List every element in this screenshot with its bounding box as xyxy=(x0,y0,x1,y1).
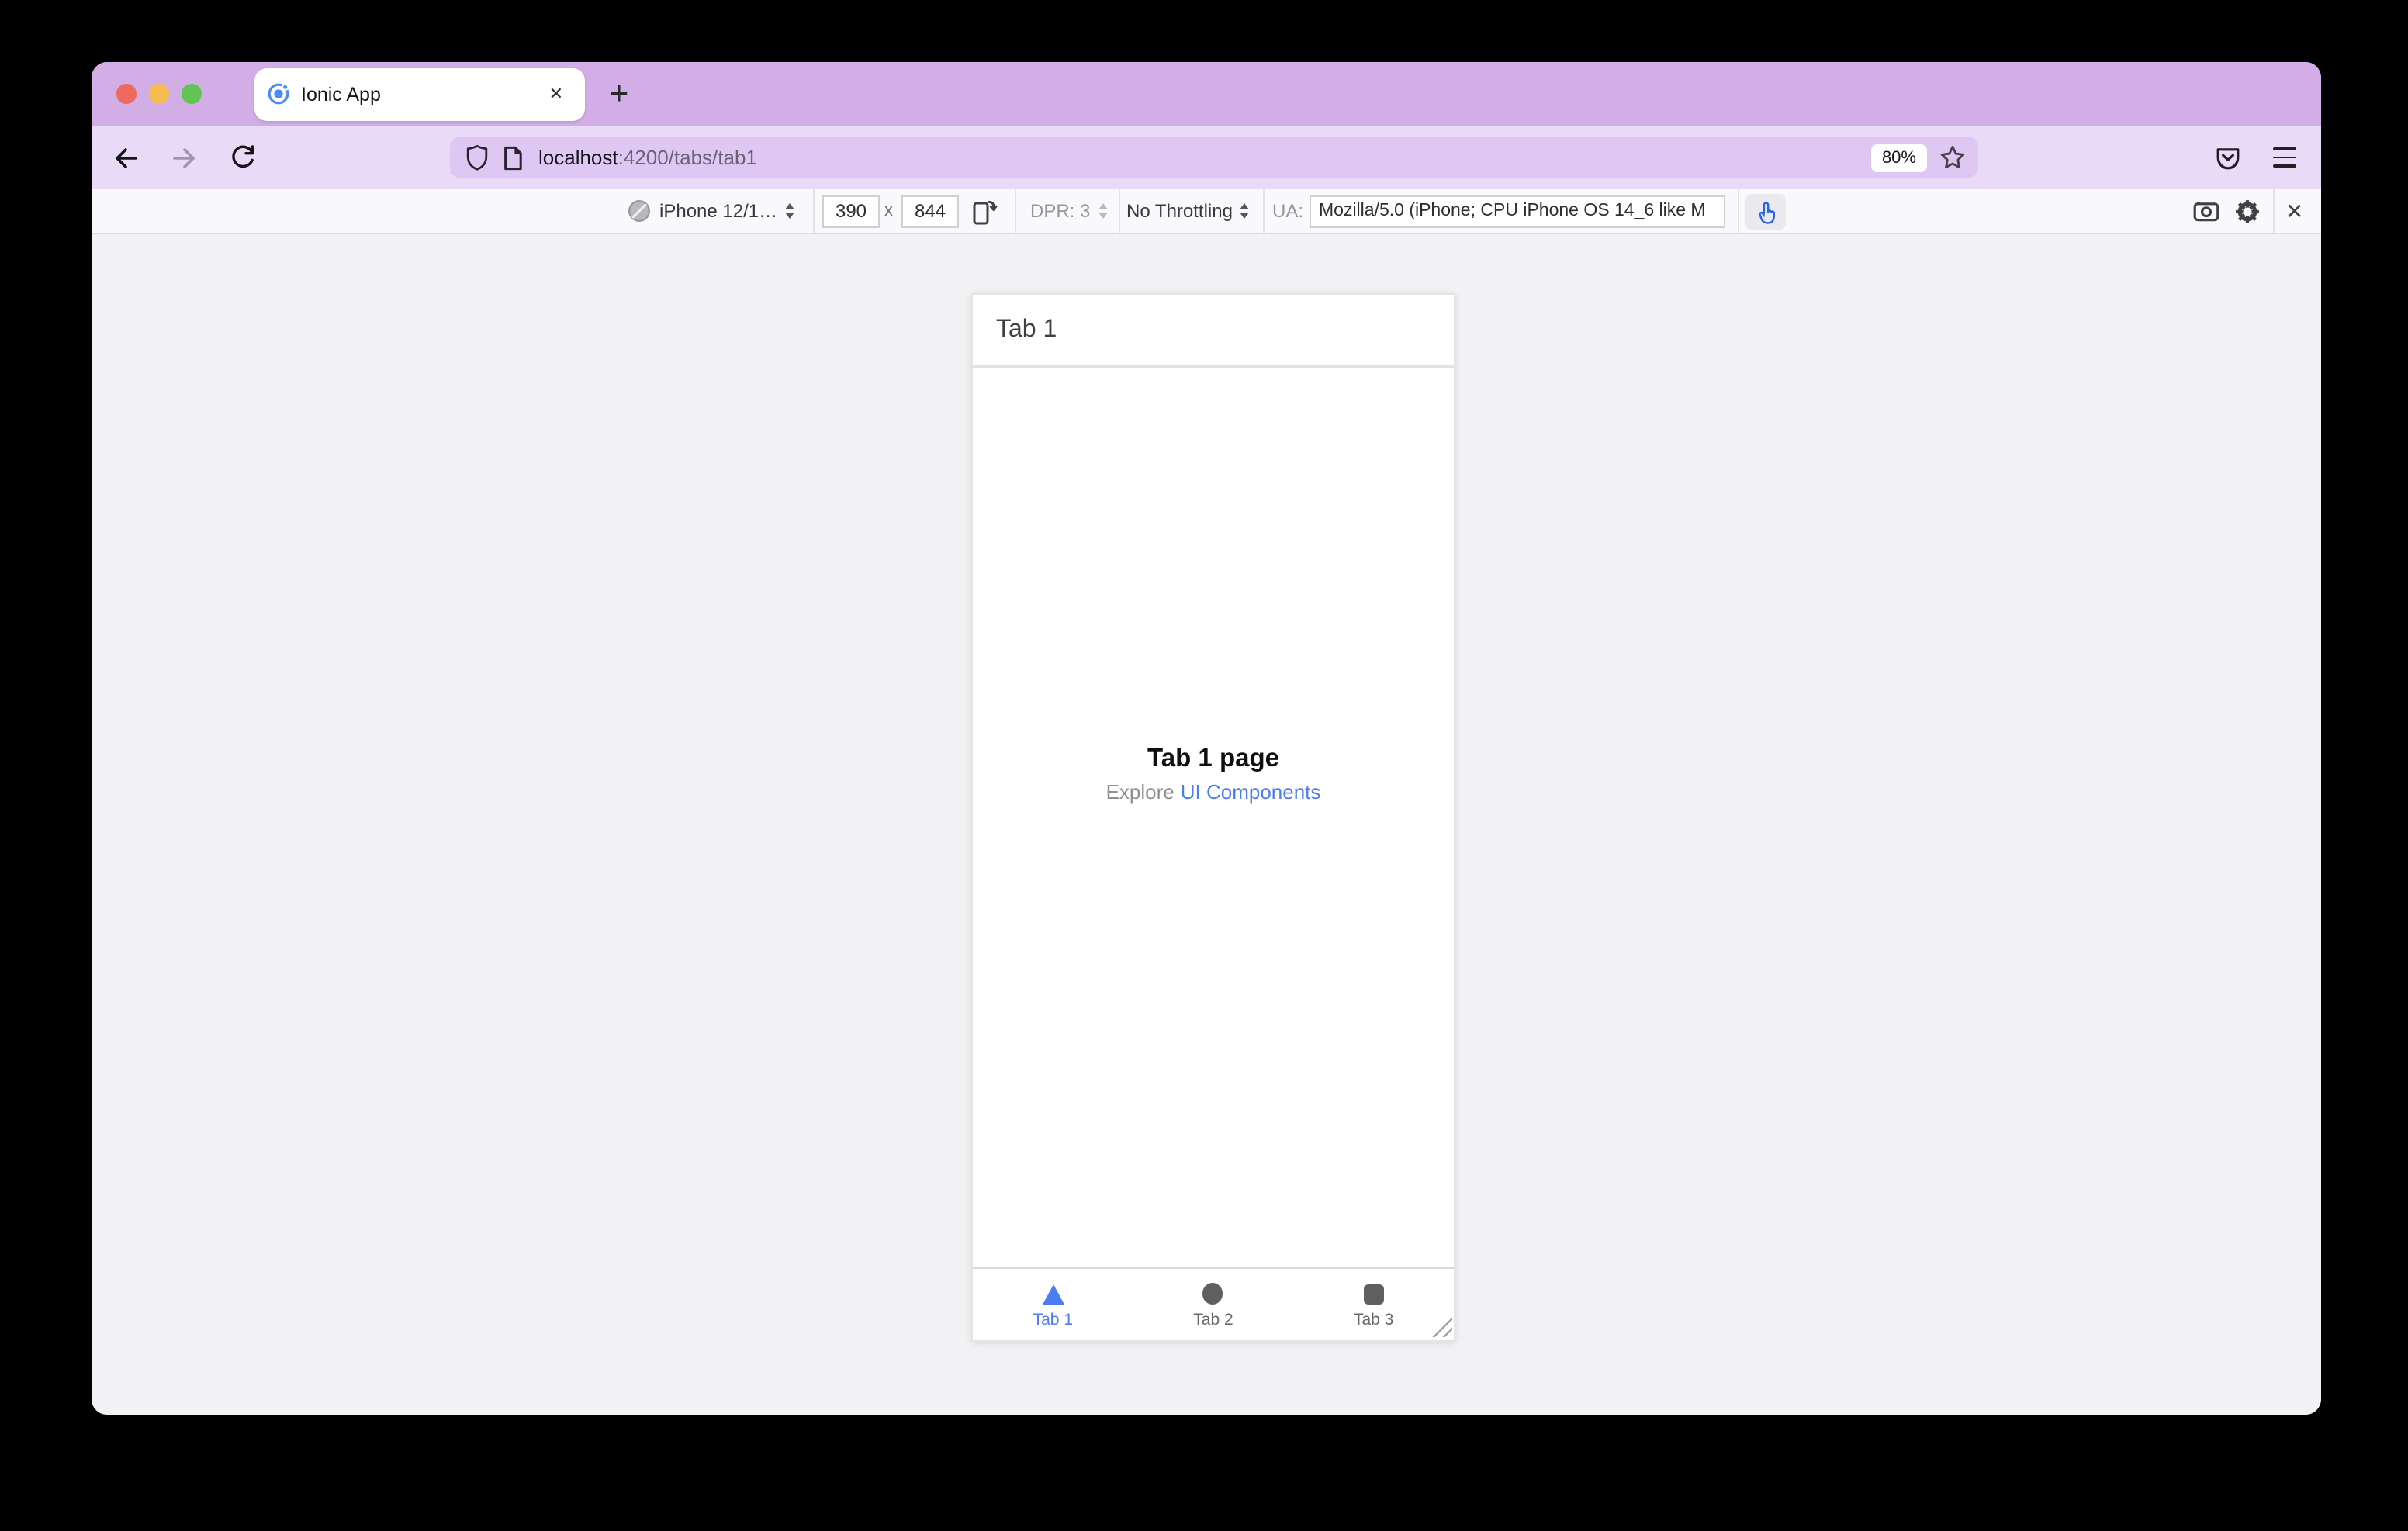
zoom-level-badge[interactable]: 80% xyxy=(1870,143,1927,171)
screenshot-camera-button[interactable] xyxy=(2192,189,2220,233)
tab-title: Ionic App xyxy=(301,83,381,105)
dimension-separator: x xyxy=(884,202,893,220)
throttling-arrows-icon xyxy=(1240,203,1250,219)
bookmark-star-icon[interactable] xyxy=(1939,144,1966,171)
titlebar: Ionic App ✕ + xyxy=(92,62,2321,126)
new-tab-button[interactable]: + xyxy=(600,62,638,126)
close-rdm-button[interactable]: ✕ xyxy=(2285,189,2303,233)
settings-gear-button[interactable] xyxy=(2234,189,2261,233)
dpr-label: DPR: 3 xyxy=(1030,200,1091,222)
dpr-arrows-icon xyxy=(1098,203,1108,219)
url-path: :4200/tabs/tab1 xyxy=(618,146,757,169)
url-host: localhost xyxy=(538,146,618,169)
throttling-selector[interactable]: No Throttling xyxy=(1126,189,1250,233)
url-text: localhost:4200/tabs/tab1 xyxy=(538,146,1871,169)
browser-window: Ionic App ✕ + localhost:4200/tabs/tab1 8… xyxy=(92,62,2321,1415)
responsive-design-toolbar: iPhone 12/1… 390 x 844 DPR: 3 No Throttl… xyxy=(92,189,2321,234)
device-selector-label: iPhone 12/1… xyxy=(659,200,778,222)
browser-content-area: Tab 1 Tab 1 page Explore UI Components Ta… xyxy=(92,234,2321,1415)
tab-button-tab1[interactable]: Tab 1 xyxy=(973,1269,1133,1340)
ua-label: UA: xyxy=(1272,200,1304,222)
back-button[interactable] xyxy=(107,126,144,189)
screen: Ionic App ✕ + localhost:4200/tabs/tab1 8… xyxy=(0,0,2408,1531)
device-selector[interactable]: iPhone 12/1… xyxy=(627,189,795,233)
pocket-icon[interactable] xyxy=(2206,126,2250,189)
rotate-viewport-button[interactable] xyxy=(970,189,998,233)
ionic-favicon-icon xyxy=(267,82,290,105)
device-selector-arrows-icon xyxy=(785,203,795,219)
menu-hamburger-icon[interactable] xyxy=(2262,126,2306,189)
viewport-width-input[interactable]: 390 xyxy=(822,189,880,233)
url-bar[interactable]: localhost:4200/tabs/tab1 80% xyxy=(450,137,1978,178)
ionic-header: Tab 1 xyxy=(973,295,1454,368)
tab-button-tab3[interactable]: Tab 3 xyxy=(1293,1269,1454,1340)
explore-text: Explore UI Components xyxy=(1105,780,1321,804)
triangle-icon xyxy=(1042,1284,1064,1304)
ui-components-link[interactable]: UI Components xyxy=(1181,780,1321,804)
ionic-tab-bar: Tab 1 Tab 2 Tab 3 xyxy=(973,1267,1454,1340)
shield-icon[interactable] xyxy=(465,144,489,171)
tab-button-tab2[interactable]: Tab 2 xyxy=(1133,1269,1294,1340)
touch-simulation-button[interactable] xyxy=(1745,194,1786,230)
page-header-title: Tab 1 xyxy=(996,316,1057,342)
device-viewport: Tab 1 Tab 1 page Explore UI Components Ta… xyxy=(971,293,1455,1342)
close-window-button[interactable] xyxy=(116,84,136,103)
browser-tab[interactable]: Ionic App ✕ xyxy=(254,67,585,120)
dpr-selector[interactable]: DPR: 3 xyxy=(1030,189,1108,233)
ellipse-icon xyxy=(1202,1283,1223,1305)
tab-close-icon[interactable]: ✕ xyxy=(543,81,569,107)
page-title: Tab 1 page xyxy=(1147,745,1279,772)
explore-container: Tab 1 page Explore UI Components xyxy=(973,745,1454,804)
navigation-bar: localhost:4200/tabs/tab1 80% xyxy=(92,126,2321,189)
minimize-window-button[interactable] xyxy=(149,84,168,103)
reload-button[interactable] xyxy=(223,126,261,189)
page-info-icon[interactable] xyxy=(503,145,523,170)
ua-input[interactable]: Mozilla/5.0 (iPhone; CPU iPhone OS 14_6 … xyxy=(1310,189,1725,233)
square-icon xyxy=(1363,1284,1384,1304)
viewport-height-input[interactable]: 844 xyxy=(901,189,959,233)
throttling-label: No Throttling xyxy=(1126,200,1233,222)
device-circle-icon xyxy=(627,199,652,223)
forward-button[interactable] xyxy=(166,126,203,189)
maximize-window-button[interactable] xyxy=(182,84,201,103)
window-controls xyxy=(116,84,201,103)
